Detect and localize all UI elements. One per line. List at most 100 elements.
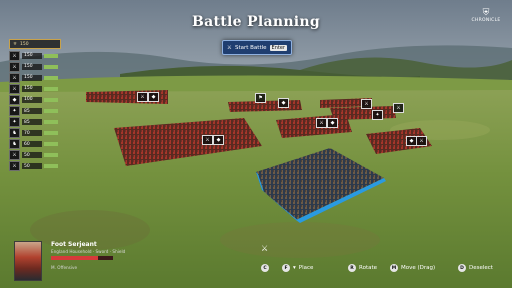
unit-strength-fill (44, 131, 58, 136)
hint-label: Place (298, 265, 314, 271)
hint-label: Move (Drag) (401, 265, 436, 271)
start-battle-button[interactable]: ⚔ Start Battle Enter (222, 40, 292, 55)
army-roster-row[interactable]: ✦ 85 (9, 106, 61, 117)
unit-strength-fill (44, 153, 58, 158)
unit-strength-bar (44, 86, 58, 91)
hint-key: R (348, 264, 356, 272)
unit-marker-icon[interactable]: ⚑ (255, 93, 266, 103)
army-roster-row[interactable]: ⚔ 150 (9, 50, 61, 61)
army-roster-header[interactable]: ⚜ 150 (9, 39, 61, 49)
hint-rotate[interactable]: R Rotate (348, 262, 377, 274)
unit-strength-fill (44, 120, 58, 125)
hint-key: C (261, 264, 269, 272)
unit-portrait (14, 241, 42, 281)
unit-strength-fill (44, 64, 58, 69)
unit-type-icon: ⚔ (9, 61, 20, 72)
army-roster-row[interactable]: ⚔ 150 (9, 61, 61, 72)
unit-type-icon: ♞ (9, 128, 20, 139)
unit-strength-bar (44, 109, 58, 114)
control-hints: C F ▾ Place R Rotate M Move (Drag) D Des… (258, 262, 512, 276)
hint-key: M (390, 264, 398, 272)
unit-strength-bar (44, 53, 58, 58)
unit-count: 50 (22, 152, 42, 159)
army-roster-row[interactable]: ⚔ 150 (9, 72, 61, 83)
unit-marker-icon[interactable]: ⚔ (316, 118, 327, 128)
army-roster-row[interactable]: ♞ 60 (9, 139, 61, 150)
army-roster-row[interactable]: ♞ 70 (9, 128, 61, 139)
unit-count: 50 (22, 163, 42, 170)
unit-strength-fill (44, 109, 58, 114)
army-roster-row[interactable]: ✦ 85 (9, 117, 61, 128)
unit-type-icon: ⚔ (9, 72, 20, 83)
unit-type-icon: ⚔ (9, 83, 20, 94)
unit-count: 70 (22, 130, 42, 137)
unit-marker-icon[interactable]: ⚔ (393, 103, 404, 113)
hint-chevron-icon: ▾ (293, 265, 296, 271)
unit-marker-icon[interactable]: ⚔ (202, 135, 213, 145)
unit-footer: M. Offensive (51, 265, 78, 270)
unit-count: 100 (22, 96, 42, 103)
unit-health-fill (51, 256, 98, 260)
page-title: Battle Planning (192, 14, 320, 30)
army-crest-icon: ⚜ (13, 41, 18, 47)
hint-move[interactable]: M Move (Drag) (390, 262, 435, 274)
unit-type-icon: ◆ (9, 94, 20, 105)
unit-strength-fill (44, 97, 58, 102)
unit-count: 85 (22, 108, 42, 115)
unit-strength-fill (44, 75, 58, 80)
unit-strength-fill (44, 86, 58, 91)
unit-subtitle: England Household · Sword · Shield (51, 249, 126, 254)
unit-strength-bar (44, 64, 58, 69)
hint-camera[interactable]: C (261, 262, 269, 274)
unit-type-icon: ♞ (9, 139, 20, 150)
hint-key: F (282, 264, 290, 272)
army-total-count: 150 (20, 41, 29, 47)
hint-deselect[interactable]: D Deselect (458, 262, 493, 274)
unit-strength-bar (44, 97, 58, 102)
unit-type-icon: ⚔ (9, 50, 20, 61)
unit-count: 150 (22, 52, 42, 59)
unit-strength-fill (44, 164, 58, 169)
crossed-swords-cursor-icon: ⚔ (261, 244, 269, 253)
hint-label: Rotate (359, 265, 378, 271)
unit-strength-bar (44, 142, 58, 147)
unit-strength-bar (44, 164, 58, 169)
unit-marker-icon[interactable]: ◆ (278, 98, 289, 108)
unit-marker-icon[interactable]: ⚔ (137, 92, 148, 102)
start-battle-label: Start Battle (234, 44, 267, 51)
unit-count: 150 (22, 85, 42, 92)
hint-place[interactable]: F ▾ Place (282, 262, 313, 274)
unit-count: 60 (22, 141, 42, 148)
army-roster-row[interactable]: ⚔ 150 (9, 83, 61, 94)
unit-marker-icon[interactable]: ✦ (372, 110, 383, 120)
unit-strength-bar (44, 75, 58, 80)
hint-label: Deselect (469, 265, 493, 271)
unit-health-bar (51, 256, 113, 260)
start-battle-key: Enter (269, 44, 287, 51)
unit-type-icon: ✦ (9, 117, 20, 128)
unit-marker-icon[interactable]: ⚔ (416, 136, 427, 146)
hint-key: D (458, 264, 466, 272)
unit-marker-icon[interactable]: ◆ (148, 92, 159, 102)
army-roster-row[interactable]: ⚔ 50 (9, 161, 61, 172)
unit-type-icon: ⚔ (9, 150, 20, 161)
unit-strength-fill (44, 53, 58, 58)
logo-text: CHRONICLE (471, 18, 501, 23)
army-roster-row[interactable]: ◆ 100 (9, 94, 61, 105)
selected-unit-card: Foot Serjeant England Household · Sword … (14, 239, 134, 281)
unit-marker-icon[interactable]: ◆ (213, 135, 224, 145)
unit-marker-icon[interactable]: ◆ (327, 118, 338, 128)
unit-type-icon: ✦ (9, 106, 20, 117)
army-roster-rows: ⚔ 150 ⚔ 150 ⚔ 150 ⚔ 150 ◆ 100 ✦ 85 ✦ 85 ♞ 70 ♞ 60 ⚔ 50 ⚔ 50 (9, 50, 61, 172)
unit-strength-bar (44, 131, 58, 136)
crossed-swords-icon: ⚔ (227, 44, 232, 51)
unit-marker-icon[interactable]: ⚔ (361, 99, 372, 109)
army-roster-row[interactable]: ⚔ 50 (9, 150, 61, 161)
unit-strength-fill (44, 142, 58, 147)
crest-icon: ⛨ (482, 8, 490, 18)
unit-count: 150 (22, 74, 42, 81)
game-logo: ⛨ CHRONICLE (466, 9, 506, 27)
unit-type-icon: ⚔ (9, 161, 20, 172)
unit-strength-bar (44, 120, 58, 125)
unit-strength-bar (44, 153, 58, 158)
